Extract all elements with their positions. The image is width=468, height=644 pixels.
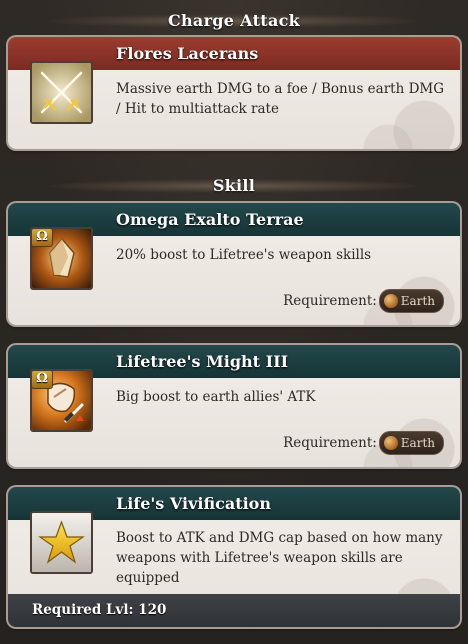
charge-attack-card[interactable]: Flores Lacerans Massive earth DMG to a f… bbox=[8, 37, 460, 149]
earth-element-pill: Earth bbox=[378, 289, 444, 313]
skill-description: Boost to ATK and DMG cap based on how ma… bbox=[116, 530, 443, 586]
skill-name: Lifetree's Might III bbox=[116, 352, 289, 371]
earth-orb-icon bbox=[383, 294, 398, 308]
skill-card-omega-exalto-terrae[interactable]: Omega Exalto Terrae Ω 20% boost to Lifet… bbox=[8, 203, 460, 325]
skill-description: 20% boost to Lifetree's weapon skills bbox=[116, 247, 372, 263]
element-label: Earth bbox=[400, 294, 435, 308]
skill-card-lifetrees-might[interactable]: Lifetree's Might III Ω Big boost to eart… bbox=[8, 345, 460, 467]
skill-title: Skill bbox=[212, 175, 256, 195]
requirement: Requirement: Earth bbox=[283, 431, 444, 455]
charge-attack-description: Massive earth DMG to a foe / Bonus earth… bbox=[116, 81, 444, 117]
earth-element-pill: Earth bbox=[378, 431, 444, 455]
skill-description: Big boost to earth allies' ATK bbox=[116, 389, 316, 405]
skill-name: Life's Vivification bbox=[116, 494, 271, 513]
fist-sword-icon: Ω bbox=[30, 369, 93, 432]
skill-name: Omega Exalto Terrae bbox=[116, 210, 304, 229]
earth-orb-icon bbox=[383, 436, 398, 450]
omega-badge: Ω bbox=[32, 229, 53, 247]
element-label: Earth bbox=[400, 436, 435, 450]
required-level-bar: Required Lvl: 120 bbox=[8, 594, 460, 627]
charge-attack-name: Flores Lacerans bbox=[116, 44, 259, 63]
skill-header: Skill bbox=[0, 170, 468, 200]
skill-card-lifes-vivification[interactable]: Life's Vivification Boost to ATK and DMG… bbox=[8, 487, 460, 627]
star-icon bbox=[30, 511, 93, 574]
charge-attack-title: Charge Attack bbox=[167, 10, 301, 30]
crystal-shard-icon: Ω bbox=[30, 227, 93, 290]
requirement-label: Requirement: bbox=[283, 435, 377, 451]
required-level: Required Lvl: 120 bbox=[32, 602, 167, 618]
charge-attack-header: Charge Attack bbox=[0, 5, 468, 35]
requirement: Requirement: Earth bbox=[283, 289, 444, 313]
requirement-label: Requirement: bbox=[283, 293, 377, 309]
crossed-swords-icon bbox=[30, 61, 93, 124]
omega-badge: Ω bbox=[32, 371, 53, 389]
